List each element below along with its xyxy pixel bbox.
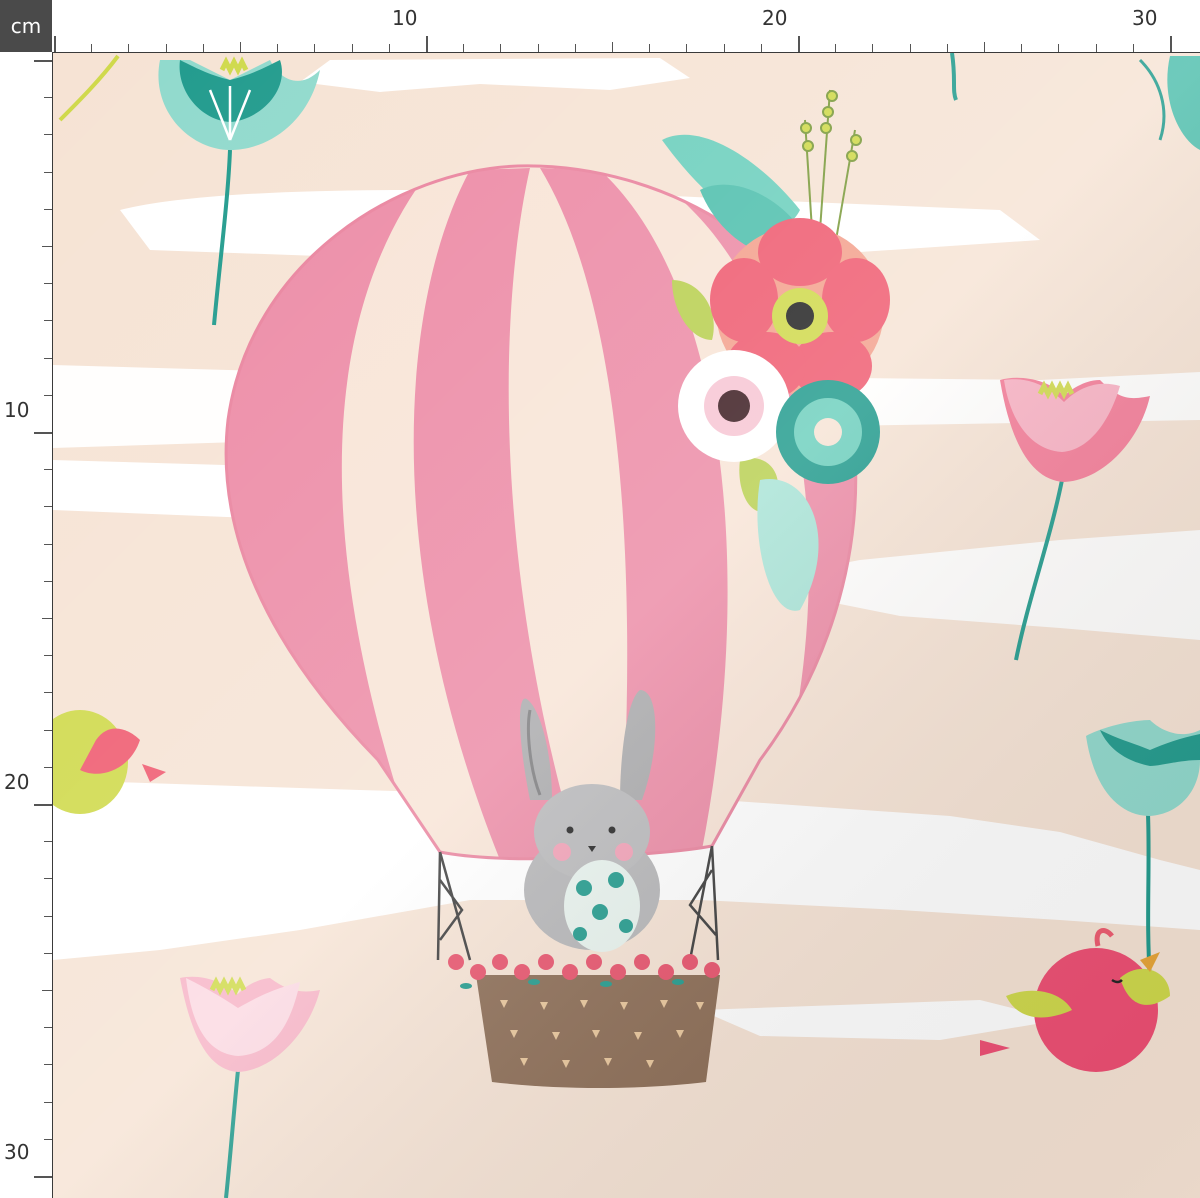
left-ruler-tick <box>44 208 52 210</box>
left-ruler-tick <box>44 1064 52 1066</box>
top-ruler-tick <box>240 42 241 52</box>
left-ruler-tick <box>34 432 52 434</box>
left-ruler-label-20: 20 <box>4 770 30 794</box>
left-ruler-tick <box>44 506 52 508</box>
left-ruler-tick <box>44 952 52 954</box>
top-ruler-tick <box>314 44 316 52</box>
left-ruler-tick <box>34 60 52 62</box>
top-ruler-tick <box>1170 36 1172 52</box>
top-ruler-tick <box>612 42 613 52</box>
top-ruler-tick <box>537 44 539 52</box>
left-ruler-tick <box>44 878 52 880</box>
top-ruler-tick <box>872 44 874 52</box>
left-ruler-tick <box>44 655 52 657</box>
left-ruler-tick <box>44 915 52 917</box>
left-ruler-tick <box>44 580 52 582</box>
fabric-illustration <box>53 53 1200 1198</box>
left-ruler-tick <box>44 97 52 99</box>
left-ruler-tick <box>34 804 52 806</box>
top-ruler-label-30: 30 <box>1132 6 1158 30</box>
top-ruler-tick <box>835 44 837 52</box>
top-ruler-tick <box>1058 44 1060 52</box>
top-ruler-tick <box>723 44 725 52</box>
top-ruler-tick <box>946 44 948 52</box>
left-ruler: 10 20 30 <box>0 52 53 1198</box>
left-ruler-tick <box>44 469 52 471</box>
top-ruler-tick <box>1132 44 1134 52</box>
left-ruler-tick <box>44 320 52 322</box>
left-ruler-tick <box>44 1027 52 1029</box>
top-ruler-tick <box>1095 44 1097 52</box>
top-ruler-tick <box>500 44 502 52</box>
top-ruler-tick <box>649 44 651 52</box>
top-ruler-tick <box>426 36 428 52</box>
top-ruler-tick <box>984 42 985 52</box>
top-ruler-tick <box>798 36 800 52</box>
top-ruler-tick <box>54 36 56 52</box>
top-ruler-tick <box>351 44 353 52</box>
left-ruler-tick <box>42 618 52 619</box>
top-ruler-tick <box>574 44 576 52</box>
left-ruler-tick <box>44 1101 52 1103</box>
top-ruler-tick <box>128 44 130 52</box>
left-ruler-label-10: 10 <box>4 398 30 422</box>
left-ruler-tick <box>44 134 52 136</box>
top-ruler-tick <box>686 44 688 52</box>
left-ruler-tick <box>44 357 52 359</box>
top-ruler-tick <box>202 44 204 52</box>
left-ruler-tick <box>44 729 52 731</box>
left-ruler-tick <box>44 766 52 768</box>
left-ruler-tick <box>42 990 52 991</box>
left-ruler-tick <box>34 1176 52 1178</box>
left-ruler-tick <box>44 543 52 545</box>
left-ruler-tick <box>44 394 52 396</box>
top-ruler-tick <box>91 44 93 52</box>
fabric-preview <box>53 53 1200 1198</box>
top-ruler-tick <box>1021 44 1023 52</box>
top-ruler-tick <box>909 44 911 52</box>
left-ruler-tick <box>44 692 52 694</box>
top-ruler-tick <box>760 44 762 52</box>
top-ruler-tick <box>388 44 390 52</box>
top-ruler-tick <box>463 44 465 52</box>
left-ruler-label-30: 30 <box>4 1140 30 1164</box>
top-ruler-tick <box>165 44 167 52</box>
top-ruler-label-20: 20 <box>762 6 788 30</box>
top-ruler-label-10: 10 <box>392 6 418 30</box>
left-ruler-tick <box>44 1138 52 1140</box>
left-ruler-tick <box>44 171 52 173</box>
left-ruler-tick <box>44 841 52 843</box>
top-ruler: 10 20 30 <box>52 0 1200 53</box>
top-ruler-tick <box>277 44 279 52</box>
left-ruler-tick <box>42 246 52 247</box>
ruler-unit-label: cm <box>0 0 52 52</box>
fabric-fold-shading <box>53 53 1200 1198</box>
left-ruler-tick <box>44 283 52 285</box>
